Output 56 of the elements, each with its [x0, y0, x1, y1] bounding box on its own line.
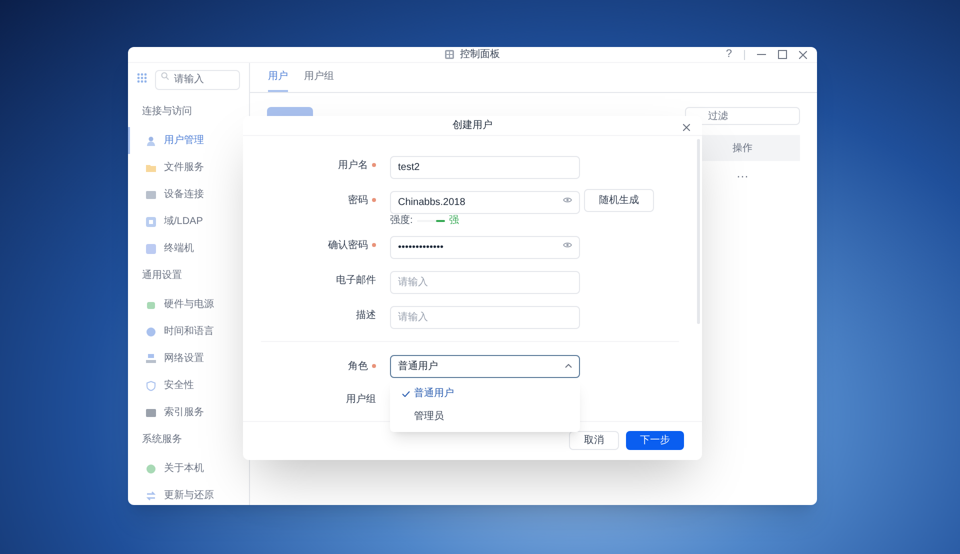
strength-reading: 强 — [448, 214, 459, 228]
help-button[interactable]: ? — [726, 49, 732, 60]
close-icon[interactable] — [683, 124, 690, 131]
field-label: 角色 — [348, 360, 368, 374]
globe-icon — [146, 326, 156, 336]
filter-field[interactable]: 过滤 — [685, 107, 800, 125]
cancel-button[interactable]: 取消 — [569, 431, 619, 450]
strength-label: 强度: — [390, 214, 413, 228]
folder-icon — [146, 162, 156, 172]
field-label: 用户名 — [338, 158, 368, 173]
section-title: 连接与访问 — [141, 104, 193, 119]
window-title: 控制面板 — [460, 48, 500, 62]
generate-button[interactable]: 随机生成 — [584, 188, 654, 212]
section-title: 系统服务 — [141, 432, 183, 447]
network-icon — [146, 354, 156, 364]
input-field[interactable]: 请输入 — [390, 270, 580, 294]
password-field[interactable]: ••••••••••••• — [390, 236, 580, 259]
field-label: 密码 — [348, 194, 368, 208]
chip-icon — [146, 300, 156, 310]
field-label: 用户组 — [346, 392, 376, 407]
field-label: 电子邮件 — [336, 274, 376, 288]
search-icon — [161, 72, 169, 80]
square-icon — [146, 244, 156, 254]
user-icon — [146, 136, 156, 146]
password-field[interactable]: Chinabbs.2018 — [390, 190, 580, 214]
monitor-icon — [146, 190, 156, 200]
column-header: 操作 — [732, 142, 752, 156]
square-icon — [146, 216, 156, 226]
sidebar-search-field[interactable]: 请输入 — [155, 70, 240, 90]
tab[interactable]: 用户组 — [304, 69, 334, 92]
maximize-icon[interactable] — [778, 50, 787, 59]
shield-icon — [146, 380, 156, 390]
field-label: 描述 — [356, 308, 376, 323]
drive-icon — [146, 408, 156, 418]
role-select[interactable]: 普通用户 — [390, 354, 580, 378]
sidebar-item[interactable]: 更新与还原 — [128, 482, 249, 505]
close-icon[interactable] — [799, 50, 807, 58]
tab[interactable]: 用户 — [268, 69, 288, 92]
section-title: 通用设置 — [141, 268, 183, 283]
next-button[interactable]: 下一步 — [626, 431, 684, 450]
check-icon — [402, 390, 410, 396]
dropdown-option[interactable]: 管理员 — [390, 405, 580, 428]
dropdown-option[interactable]: 普通用户 — [390, 382, 580, 405]
control-panel-icon — [445, 50, 454, 59]
apps-grid-icon[interactable] — [137, 73, 147, 83]
arrows-icon — [146, 490, 156, 500]
info-icon — [146, 464, 156, 474]
sidebar-item[interactable]: 关于本机 — [128, 455, 249, 482]
chevron-up-icon — [565, 364, 572, 368]
eye-icon[interactable] — [563, 196, 572, 203]
dialog-title: 创建用户 — [452, 118, 492, 133]
input-field[interactable]: 请输入 — [390, 306, 580, 329]
input-field[interactable]: test2 — [390, 156, 580, 179]
eye-icon[interactable] — [563, 242, 572, 248]
field-label: 确认密码 — [328, 238, 368, 253]
more-actions[interactable]: ··· — [736, 167, 748, 185]
